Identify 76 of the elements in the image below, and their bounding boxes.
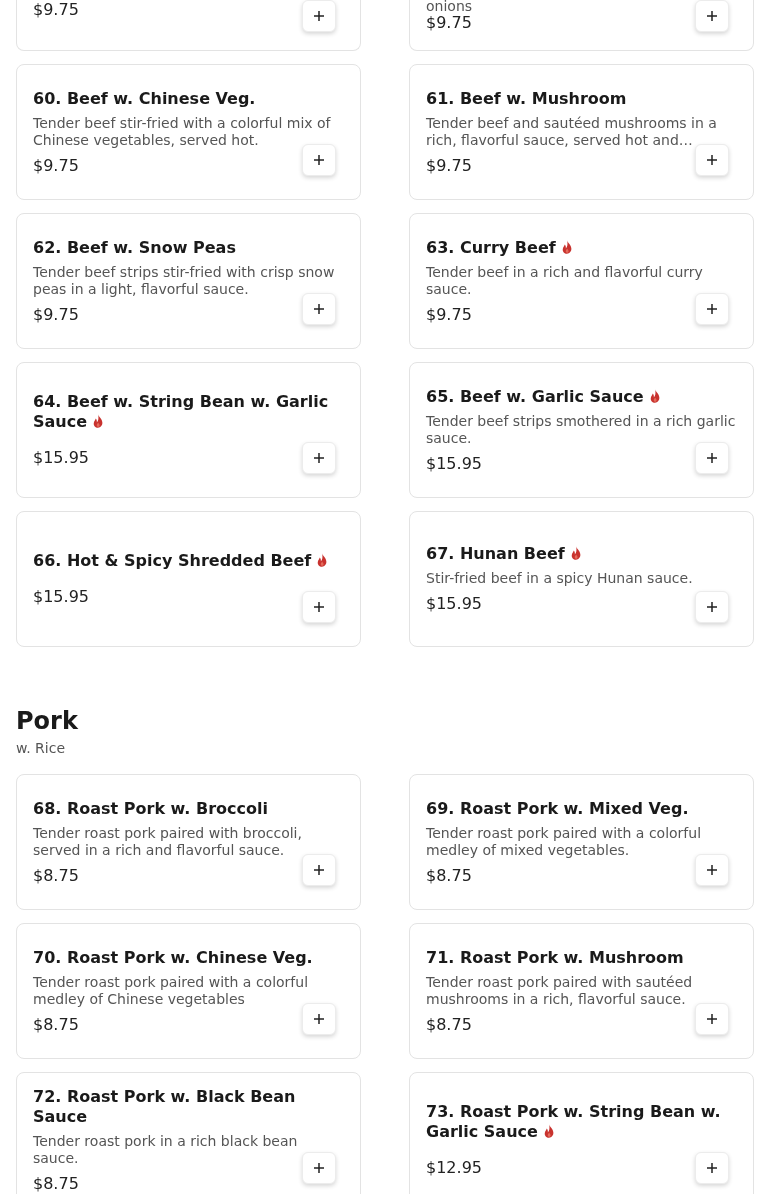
plus-icon — [707, 155, 717, 165]
dish-price: $15.95 — [33, 448, 89, 468]
dish-price: $8.75 — [33, 1014, 79, 1035]
dish-name: 62. Beef w. Snow Peas — [33, 237, 236, 257]
dish-description: Tender roast pork paired with broccoli, served in a rich and flavorful sauce. — [33, 824, 303, 859]
dish-price: $8.75 — [426, 1014, 472, 1035]
dish-price: $15.95 — [426, 453, 482, 474]
dish-price: $9.75 — [33, 304, 79, 325]
dish-price: $9.75 — [33, 0, 79, 20]
dish-description: Tender beef strips smothered in a rich garlic sauce. — [426, 412, 737, 447]
dish-description: Tender beef strips stir-fried with crisp snow peas in a light, flavorful sauce. — [33, 263, 336, 298]
dish-price: $9.75 — [426, 304, 472, 325]
add-button[interactable] — [302, 1003, 336, 1035]
add-button[interactable] — [695, 1152, 729, 1184]
dish-name: 67. Hunan Beef — [426, 544, 565, 563]
dish-price: $15.95 — [33, 587, 89, 607]
add-button[interactable] — [302, 293, 336, 325]
add-button[interactable] — [695, 293, 729, 325]
add-button[interactable] — [302, 854, 336, 886]
plus-icon — [707, 865, 717, 875]
dish-name: 71. Roast Pork w. Mushroom — [426, 947, 684, 967]
plus-icon — [314, 453, 324, 463]
dish-description: Tender roast pork paired with a colorful medley of mixed vegetables. — [426, 824, 703, 859]
section-title: Pork — [16, 706, 78, 736]
plus-icon — [314, 11, 324, 21]
dish-price: $9.75 — [33, 155, 79, 176]
dish-name: 68. Roast Pork w. Broccoli — [33, 798, 268, 818]
dish-price: $9.75 — [426, 13, 472, 33]
dish-price: $8.75 — [426, 865, 472, 886]
plus-icon — [314, 602, 324, 612]
add-button[interactable] — [302, 0, 336, 32]
add-button[interactable] — [302, 591, 336, 623]
plus-icon — [707, 1163, 717, 1173]
dish-name: 61. Beef w. Mushroom — [426, 88, 627, 108]
plus-icon — [707, 602, 717, 612]
dish-description: Stir-fried beef in a spicy Hunan sauce. — [426, 570, 693, 587]
dish-price: $8.75 — [33, 1173, 79, 1194]
add-button[interactable] — [695, 1003, 729, 1035]
dish-name: 72. Roast Pork w. Black Bean Sauce — [33, 1086, 296, 1126]
plus-icon — [314, 155, 324, 165]
add-button[interactable] — [302, 442, 336, 474]
dish-name: 63. Curry Beef — [426, 237, 556, 257]
plus-icon — [707, 11, 717, 21]
dish-name: 65. Beef w. Garlic Sauce — [426, 386, 644, 406]
dish-description: Tender roast pork paired with sautéed mushrooms in a rich, flavorful sauce. — [426, 973, 694, 1008]
section-subtitle: w. Rice — [16, 740, 65, 757]
plus-icon — [314, 304, 324, 314]
dish-price: $9.75 — [426, 155, 472, 176]
add-button[interactable] — [695, 0, 729, 32]
add-button[interactable] — [695, 442, 729, 474]
dish-name: 64. Beef w. String Bean w. Garlic Sauce — [33, 392, 329, 431]
dish-description: Tender roast pork in a rich black bean sauce. — [33, 1132, 299, 1167]
dish-description: Tender beef stir-fried with a colorful mix of Chinese vegetables, served hot. — [33, 114, 332, 149]
plus-icon — [707, 304, 717, 314]
plus-icon — [314, 865, 324, 875]
add-button[interactable] — [695, 591, 729, 623]
plus-icon — [314, 1014, 324, 1024]
plus-icon — [314, 1163, 324, 1173]
dish-name: 69. Roast Pork w. Mixed Veg. — [426, 798, 689, 818]
add-button[interactable] — [695, 144, 729, 176]
dish-description: Tender beef and sautéed mushrooms in a rich, flavorful sauce, served hot and… — [426, 114, 718, 149]
dish-description: onions — [426, 0, 473, 13]
dish-name: 73. Roast Pork w. String Bean w. Garlic Sauce — [426, 1102, 721, 1141]
dish-price: $12.95 — [426, 1158, 482, 1178]
dish-description: Tender roast pork paired with a colorful medley of Chinese vegetables — [33, 973, 310, 1008]
add-button[interactable] — [302, 1152, 336, 1184]
dish-name: 60. Beef w. Chinese Veg. — [33, 88, 256, 108]
dish-description: Tender beef in a rich and flavorful curry sauce. — [426, 263, 704, 298]
dish-name: 66. Hot & Spicy Shredded Beef — [33, 551, 312, 570]
add-button[interactable] — [695, 854, 729, 886]
dish-name: 70. Roast Pork w. Chinese Veg. — [33, 947, 313, 967]
dish-price: $8.75 — [33, 865, 79, 886]
plus-icon — [707, 1014, 717, 1024]
plus-icon — [707, 453, 717, 463]
add-button[interactable] — [302, 144, 336, 176]
dish-price: $15.95 — [426, 594, 482, 614]
